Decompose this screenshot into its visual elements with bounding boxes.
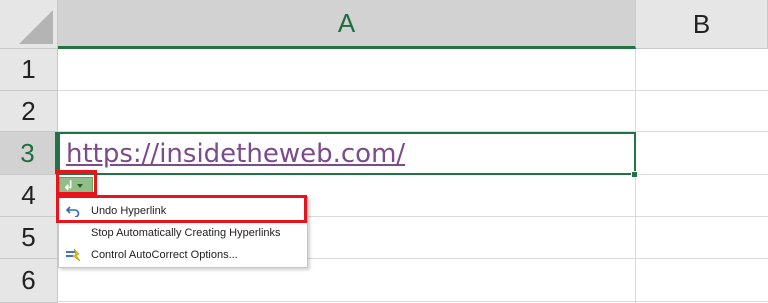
menu-item-stop-auto-hyperlinks[interactable]: Stop Automatically Creating Hyperlinks [59,222,307,244]
menu-item-label: Control AutoCorrect Options... [91,249,238,261]
menu-item-undo-hyperlink[interactable]: Undo Hyperlink [59,200,307,222]
autocorrect-options-menu: Undo Hyperlink Stop Automatically Creati… [58,196,308,268]
select-all-triangle [19,10,53,44]
select-all-button[interactable] [0,0,58,49]
menu-item-label: Undo Hyperlink [91,205,167,217]
column-header-label: A [337,7,356,38]
chevron-down-icon [76,184,83,188]
undo-icon [64,205,82,217]
hyperlink-cell-value[interactable]: https://insidetheweb.com/ [66,136,405,172]
fill-handle[interactable] [631,171,638,178]
row-header-2[interactable]: 2 [0,91,58,132]
row-header-label: 3 [20,137,35,168]
menu-item-control-autocorrect[interactable]: Control AutoCorrect Options... [59,244,307,266]
row-header-label: 2 [21,95,36,126]
row-header-5[interactable]: 5 [0,217,58,259]
row-header-6[interactable]: 6 [0,259,58,303]
autocorrect-lightning-icon: ↲ [63,178,74,193]
autocorrect-options-button[interactable]: ↲ [59,177,93,195]
spreadsheet-grid: A B 1 2 3 4 5 6 https://insidetheweb.com… [0,0,768,303]
column-header-b[interactable]: B [636,0,768,49]
menu-item-label: Stop Automatically Creating Hyperlinks [91,227,281,239]
row-header-label: 1 [21,54,36,84]
gridline [58,301,768,302]
row-header-1[interactable]: 1 [0,49,58,91]
column-header-label: B [692,8,711,39]
row-header-label: 6 [21,265,36,295]
row-header-3[interactable]: 3 [0,132,58,175]
row-header-4[interactable]: 4 [0,175,58,217]
gridline [58,90,768,91]
row-header-label: 4 [21,180,36,210]
row-header-label: 5 [21,222,36,252]
column-header-a[interactable]: A [58,0,636,49]
autocorrect-icon [64,248,82,262]
